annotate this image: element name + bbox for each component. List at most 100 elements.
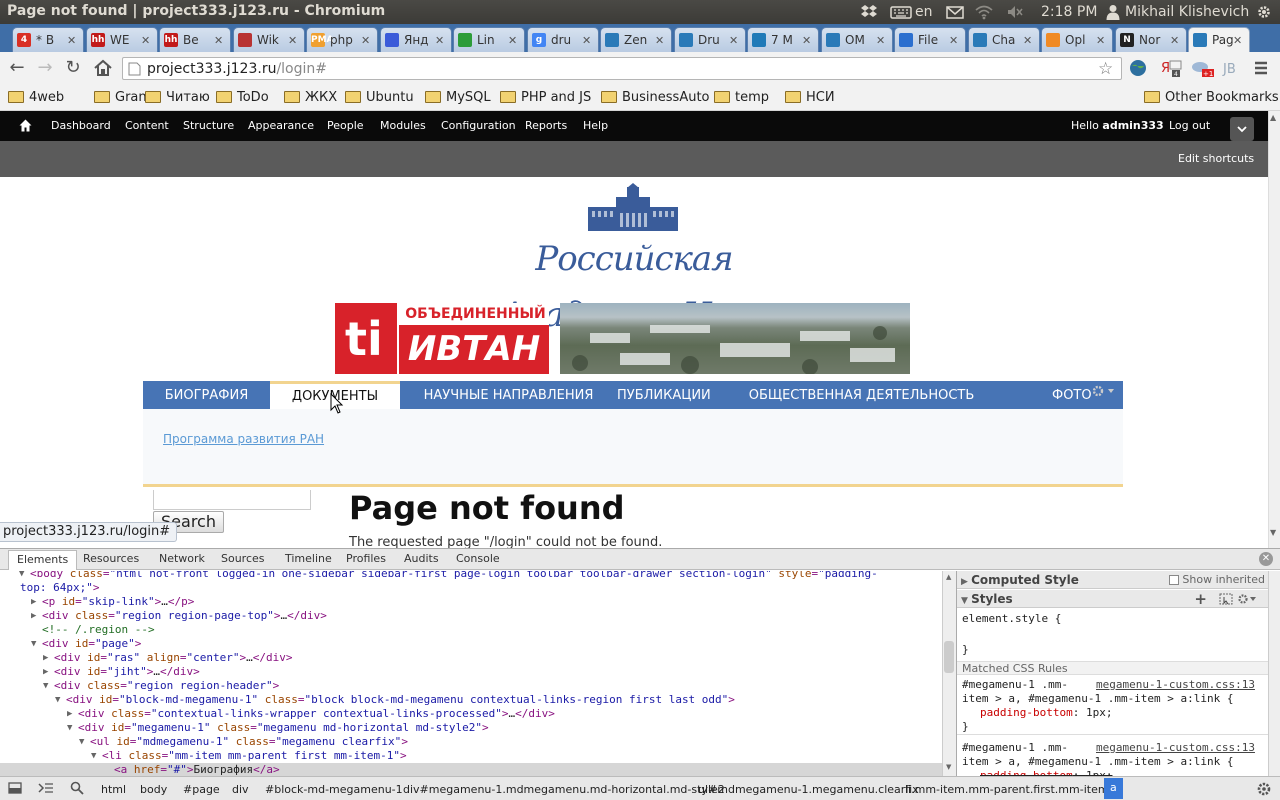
rule-declaration[interactable]: padding-bottom: 1px;: [980, 706, 1112, 719]
expand-arrow-icon[interactable]: ▼: [67, 721, 72, 735]
tab-close-icon[interactable]: ✕: [1096, 34, 1106, 47]
dom-node[interactable]: ▶ <div class="contextual-links-wrapper co…: [0, 707, 555, 721]
bookmark-folder[interactable]: MySQL: [425, 88, 491, 106]
dom-breadcrumb[interactable]: ul#mdmegamenu-1.megamenu.clearfix: [698, 783, 919, 796]
wifi-icon[interactable]: [975, 4, 993, 20]
tab-close-icon[interactable]: ✕: [361, 34, 371, 47]
bookmark-folder[interactable]: temp: [714, 88, 769, 106]
expand-arrow-icon[interactable]: ▼: [55, 693, 60, 707]
expand-arrow-icon[interactable]: ▶: [31, 595, 36, 609]
styles-scrollbar[interactable]: [1268, 571, 1280, 776]
scroll-up-arrow-icon[interactable]: ▲: [1270, 113, 1276, 122]
bookmark-folder[interactable]: 4web: [8, 88, 64, 106]
dom-node[interactable]: top: 64px;">: [0, 581, 99, 595]
rule2-declaration[interactable]: padding-bottom: 1px;: [980, 769, 1112, 776]
browser-tab[interactable]: OM ✕: [821, 27, 893, 52]
admin-menu-item[interactable]: People: [327, 119, 364, 132]
ivtan-logo[interactable]: ti ОБЪЕДИНЕННЫЙ ИВТАН: [335, 303, 549, 374]
show-inherited-checkbox[interactable]: Show inherited: [1169, 571, 1265, 589]
tab-close-icon[interactable]: ✕: [435, 34, 445, 47]
menu-item[interactable]: БИОГРАФИЯ: [143, 381, 270, 409]
expand-arrow-icon[interactable]: ▶: [43, 651, 48, 665]
admin-menu-item[interactable]: Appearance: [248, 119, 314, 132]
menu-item[interactable]: НАУЧНЫЕ НАПРАВЛЕНИЯ: [400, 381, 617, 409]
expand-arrow-icon[interactable]: ▶: [43, 665, 48, 679]
browser-tab[interactable]: Янд ✕: [380, 27, 452, 52]
browser-tab[interactable]: Pag ✕: [1188, 27, 1250, 52]
browser-tab[interactable]: 7 M ✕: [747, 27, 819, 52]
devtools-tab[interactable]: Resources: [83, 552, 139, 565]
user-name[interactable]: Mikhail Klishevich: [1125, 4, 1249, 20]
bookmark-folder[interactable]: PHP and JS: [500, 88, 591, 106]
admin-menu-item[interactable]: Help: [583, 119, 608, 132]
bookmark-folder[interactable]: Читаю: [145, 88, 210, 106]
dock-toggle-icon[interactable]: [8, 782, 22, 794]
bookmark-folder[interactable]: Ubuntu: [345, 88, 414, 106]
menu-icon[interactable]: [1252, 58, 1270, 78]
computed-style-header[interactable]: ▶ Computed Style Show inherited: [957, 571, 1268, 589]
toolbar-drawer-toggle[interactable]: [1230, 117, 1254, 141]
tab-close-icon[interactable]: ✕: [802, 34, 812, 47]
devtools-tab[interactable]: Profiles: [346, 552, 386, 565]
devtools-tab[interactable]: Network: [159, 552, 205, 565]
menu-item[interactable]: ОБЩЕСТВЕННАЯ ДЕЯТЕЛЬНОСТЬ: [707, 381, 1016, 409]
devtools-tab[interactable]: Sources: [221, 552, 265, 565]
weather-icon[interactable]: +1: [1190, 58, 1216, 78]
tab-close-icon[interactable]: ✕: [288, 34, 298, 47]
dom-breadcrumb[interactable]: div: [232, 783, 249, 796]
tab-close-icon[interactable]: ✕: [655, 34, 665, 47]
expand-arrow-icon[interactable]: ▶: [31, 609, 36, 623]
bookmark-folder[interactable]: BusinessAuto: [601, 88, 710, 106]
expand-arrow-icon[interactable]: ▼: [19, 571, 24, 581]
tab-close-icon[interactable]: ✕: [1170, 34, 1180, 47]
browser-tab[interactable]: N Nor ✕: [1115, 27, 1187, 52]
tab-close-icon[interactable]: ✕: [1233, 34, 1243, 47]
home-icon[interactable]: [92, 58, 114, 78]
rule2-source-link[interactable]: megamenu-1-custom.css:13: [1096, 741, 1255, 754]
admin-menu-item[interactable]: Content: [125, 119, 169, 132]
admin-home-icon[interactable]: [19, 119, 32, 132]
dom-breadcrumb[interactable]: body: [140, 783, 167, 796]
menu-item[interactable]: ПУБЛИКАЦИИ: [617, 381, 711, 409]
devtools-tab[interactable]: Console: [456, 552, 500, 565]
tab-close-icon[interactable]: ✕: [141, 34, 151, 47]
system-gear-icon[interactable]: [1256, 4, 1272, 20]
clock[interactable]: 2:18 PM: [1041, 4, 1097, 20]
devtools-tab[interactable]: Audits: [404, 552, 439, 565]
admin-menu-item[interactable]: Reports: [525, 119, 567, 132]
rule-source-link[interactable]: megamenu-1-custom.css:13: [1096, 678, 1255, 691]
browser-tab[interactable]: g dru ✕: [527, 27, 599, 52]
styles-settings-gear-icon[interactable]: [1237, 593, 1257, 605]
dom-node[interactable]: ▶ <p id="skip-link">…</p>: [0, 595, 194, 609]
dom-breadcrumb[interactable]: div#megamenu-1.mdmegamenu.md-horizontal.…: [403, 783, 725, 796]
dom-tree[interactable]: ▼ <body class="html not-front logged-in o…: [0, 571, 942, 776]
other-bookmarks-folder[interactable]: Other Bookmarks: [1144, 88, 1279, 106]
dom-breadcrumb[interactable]: #block-md-megamenu-1: [265, 783, 403, 796]
extension-globe-icon[interactable]: [1128, 58, 1148, 78]
scroll-down-arrow-icon[interactable]: ▼: [1270, 528, 1276, 537]
browser-tab[interactable]: Wik ✕: [233, 27, 305, 52]
browser-tab[interactable]: Zen ✕: [600, 27, 672, 52]
expand-arrow-icon[interactable]: ▶: [67, 707, 72, 721]
page-vertical-scrollbar[interactable]: ▲ ▼: [1268, 111, 1280, 548]
new-style-rule-icon[interactable]: +: [1194, 590, 1207, 608]
address-bar[interactable]: project333.j123.ru/login# ☆: [122, 57, 1122, 80]
bookmark-folder[interactable]: НСИ: [785, 88, 835, 106]
forward-button[interactable]: →: [34, 58, 56, 78]
browser-tab[interactable]: Lin ✕: [453, 27, 525, 52]
dom-node[interactable]: ▶ <div class="region region-page-top">…</…: [0, 609, 327, 623]
reload-button[interactable]: ↻: [62, 58, 84, 78]
admin-menu-item[interactable]: Dashboard: [51, 119, 111, 132]
element-state-icon[interactable]: [1219, 593, 1233, 605]
dom-node[interactable]: ▶ <div id="jiht">…</div>: [0, 665, 200, 679]
dom-node[interactable]: ▼ <ul id="mdmegamenu-1" class="megamenu c…: [0, 735, 408, 749]
dom-node[interactable]: ▼ <body class="html not-front logged-in o…: [0, 571, 878, 581]
dom-breadcrumb[interactable]: li.mm-item.mm-parent.first.mm-item-1: [905, 783, 1120, 796]
yandex-mail-icon[interactable]: Я4: [1160, 58, 1182, 78]
admin-menu-item[interactable]: Modules: [380, 119, 426, 132]
expand-arrow-icon[interactable]: ▼: [79, 735, 84, 749]
keyboard-layout[interactable]: en: [915, 4, 933, 20]
tab-close-icon[interactable]: ✕: [214, 34, 224, 47]
dom-breadcrumb[interactable]: #page: [183, 783, 220, 796]
inspect-search-icon[interactable]: [70, 781, 84, 795]
